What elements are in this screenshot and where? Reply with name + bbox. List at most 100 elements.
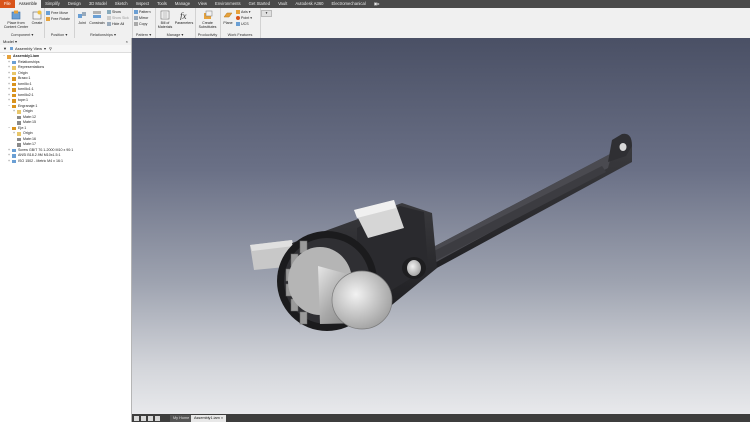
- assembly-model[interactable]: [132, 38, 750, 414]
- pattern-panel: Pattern Mirror Copy Pattern ▾: [132, 8, 156, 38]
- collapse-icon[interactable]: −: [3, 54, 6, 59]
- axis-label: Axis: [241, 10, 248, 14]
- browser-title-dropdown-icon[interactable]: ▾: [15, 39, 17, 44]
- pattern-icon: [134, 10, 138, 15]
- bill-of-materials-label: Bill of Materials: [157, 21, 173, 29]
- part-icon: [12, 77, 16, 81]
- expand-icon[interactable]: +: [8, 65, 11, 70]
- tab-vault[interactable]: Vault: [274, 0, 291, 8]
- create-button[interactable]: Create: [31, 10, 43, 25]
- tab-3d-model[interactable]: 3D Model: [85, 0, 111, 8]
- tab-design[interactable]: Design: [64, 0, 85, 8]
- free-move-icon: [46, 11, 50, 16]
- grid-view-icon[interactable]: [134, 415, 139, 421]
- assembly-view-label[interactable]: Assembly View: [15, 45, 42, 52]
- collapse-icon[interactable]: −: [8, 126, 11, 131]
- browser-tree: − Assembly1.iam + Relationships + Representat…: [0, 54, 131, 164]
- assembly-icon: [7, 55, 11, 59]
- free-rotate-label: Free Rotate: [51, 17, 70, 21]
- part-icon: [12, 99, 16, 103]
- close-icon[interactable]: ×: [221, 416, 223, 420]
- collapse-icon[interactable]: −: [8, 104, 11, 109]
- document-tab-bar: My Home Assembly1.iam ×: [132, 414, 750, 422]
- constrain-button[interactable]: Constrain: [88, 10, 106, 25]
- expand-icon[interactable]: +: [8, 159, 11, 164]
- expand-icon[interactable]: +: [8, 76, 11, 81]
- tile-horizontal-icon[interactable]: [141, 415, 146, 421]
- bill-of-materials-button[interactable]: Bill of Materials: [156, 10, 174, 29]
- tile-vertical-icon[interactable]: [148, 415, 153, 421]
- part-icon: [12, 126, 16, 130]
- place-from-content-center-button[interactable]: Place from Content Center: [2, 10, 30, 29]
- expand-icon[interactable]: +: [8, 71, 11, 76]
- plane-button[interactable]: Plane: [222, 10, 234, 25]
- tab-sketch[interactable]: Sketch: [111, 0, 132, 8]
- free-rotate-icon: [46, 17, 50, 22]
- tree-node[interactable]: + ISO 1502 - Metric M4 x 16:1: [0, 159, 131, 165]
- tab-tools[interactable]: Tools: [153, 0, 171, 8]
- graphics-viewport[interactable]: [132, 38, 750, 414]
- hide-all-button[interactable]: Hide All: [107, 21, 124, 27]
- search-icon[interactable]: ⚲: [49, 45, 52, 52]
- create-substitutes-button[interactable]: Create Substitutes: [197, 10, 218, 29]
- copy-button[interactable]: Copy: [134, 21, 147, 27]
- view-dropdown-icon[interactable]: ▾: [44, 45, 46, 52]
- plane-icon: [223, 12, 233, 18]
- tab-simplify[interactable]: Simplify: [41, 0, 64, 8]
- tab-assembly1[interactable]: Assembly1.iam ×: [191, 414, 227, 422]
- ribbon: Place from Content Center Create Compone…: [0, 8, 750, 39]
- point-icon: [236, 16, 240, 21]
- joint-button[interactable]: Joint: [76, 10, 88, 25]
- tree-node-label: ISO 1502 - Metric M4 x 16:1: [18, 158, 63, 163]
- expand-icon[interactable]: +: [8, 82, 11, 87]
- folder-icon: [17, 132, 21, 136]
- expand-icon[interactable]: +: [8, 98, 11, 103]
- mate-icon: [17, 121, 21, 125]
- tab-electromechanical[interactable]: Electromechanical: [327, 0, 369, 8]
- create-substitutes-label: Create Substitutes: [198, 21, 217, 29]
- joint-label: Joint: [78, 21, 86, 25]
- show-sick-icon: [107, 16, 111, 21]
- tab-environments[interactable]: Environments: [211, 0, 245, 8]
- show-label: Show: [112, 10, 121, 14]
- constrain-label: Constrain: [89, 21, 105, 25]
- place-icon: [11, 10, 21, 20]
- tab-manage[interactable]: Manage: [171, 0, 194, 8]
- arm-hole: [619, 143, 627, 151]
- expand-icon[interactable]: +: [8, 148, 11, 153]
- tab-inspect[interactable]: Inspect: [132, 0, 154, 8]
- expand-icon[interactable]: +: [8, 93, 11, 98]
- filter-icon[interactable]: ▼: [3, 45, 7, 52]
- browser-title: Model: [3, 39, 14, 44]
- tab-autodesk-a360[interactable]: Autodesk A360: [291, 0, 327, 8]
- expand-icon[interactable]: +: [8, 87, 11, 92]
- expand-icon[interactable]: +: [13, 109, 16, 114]
- browser-toolbar: ▼ Assembly View ▾ ⚲: [0, 45, 131, 53]
- show-icon: [107, 10, 111, 15]
- close-icon[interactable]: ×: [126, 38, 128, 45]
- extra-dropdown[interactable]: ▾: [261, 10, 272, 17]
- hide-all-label: Hide All: [112, 22, 125, 26]
- point-label: Point: [241, 16, 250, 20]
- tab-get-started[interactable]: Get Started: [245, 0, 274, 8]
- expand-icon[interactable]: +: [8, 153, 11, 158]
- more-tabs-icon[interactable]: ▣▸: [370, 0, 384, 8]
- relationships-icon: [12, 60, 16, 64]
- work-features-panel: Plane Axis ▾ Point ▾ UCS Work Features: [220, 8, 261, 38]
- relationships-panel: Joint Constrain Show Show Sick Hide All …: [74, 8, 133, 38]
- expand-icon[interactable]: +: [13, 131, 16, 136]
- mate-icon: [17, 137, 21, 141]
- expand-icon[interactable]: +: [8, 60, 11, 65]
- tab-file[interactable]: File: [0, 0, 15, 8]
- tab-assemble[interactable]: Assemble: [14, 0, 42, 8]
- folder-icon: [12, 71, 16, 75]
- parameters-button[interactable]: fx Parameters: [174, 10, 194, 25]
- cascade-icon[interactable]: [155, 415, 160, 421]
- ucs-button[interactable]: UCS: [236, 21, 249, 27]
- place-label: Place from Content Center: [3, 21, 29, 29]
- assembly-view-icon: [10, 47, 13, 50]
- tab-my-home[interactable]: My Home: [170, 414, 193, 422]
- free-rotate-button[interactable]: Free Rotate: [46, 16, 70, 22]
- tab-view[interactable]: View: [194, 0, 211, 8]
- mirror-label: Mirror: [139, 16, 149, 20]
